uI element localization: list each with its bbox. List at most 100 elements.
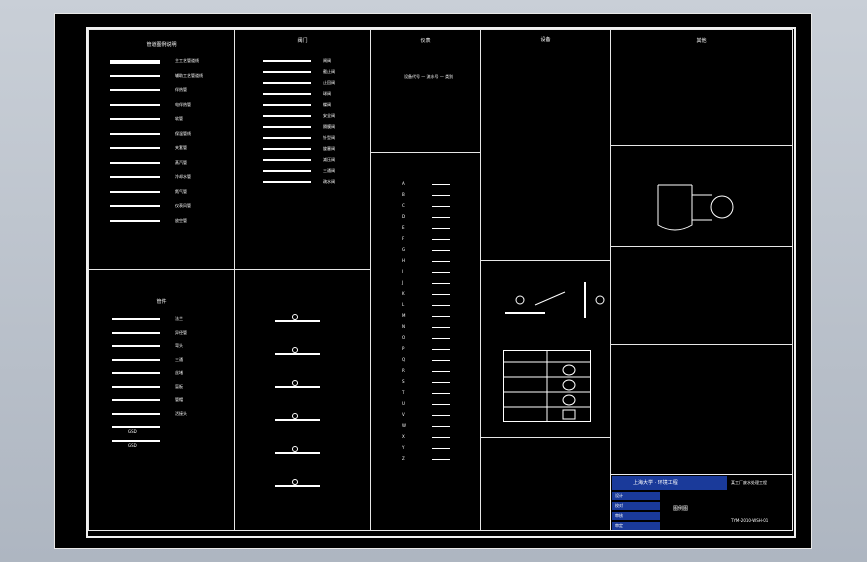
title-row-label: 校对 (615, 503, 623, 508)
code-dash (432, 459, 450, 460)
code-letter: R (402, 368, 405, 373)
valve-line (263, 159, 311, 161)
code-letter: H (402, 258, 406, 263)
pipe-label: 软管 (175, 116, 183, 121)
fitting-label: 异径管 (175, 329, 187, 335)
code-letter: Y (402, 445, 405, 450)
fitting-line (112, 399, 160, 401)
code-letter: I (402, 269, 404, 274)
valve2-line (275, 419, 320, 421)
code-letter: Q (402, 357, 406, 362)
code-letter: E (402, 225, 405, 230)
title-row-label: 审核 (615, 513, 623, 518)
legend-lines-cell (480, 437, 611, 531)
fitting-line (112, 385, 160, 388)
fitting-label: 盲板 (175, 383, 183, 389)
pipe-line (110, 205, 160, 207)
valve-line (263, 104, 311, 106)
pipe-line (110, 89, 160, 91)
code-dash (432, 371, 450, 372)
fitting-label: 活接头 (175, 410, 187, 416)
code-dash (432, 195, 450, 196)
valve2-line (275, 320, 320, 322)
valve2-line (275, 386, 320, 388)
title-row-label: 审定 (615, 523, 623, 528)
title-block: 上海大学 · 环境工程 某工厂废水处理工程 图例图 TYM-2010-WSH-0… (610, 474, 793, 531)
legend-valves2-cell (234, 269, 371, 531)
fitting-label: GSD (128, 429, 137, 434)
pipe-line (110, 118, 160, 120)
fitting-line (112, 331, 160, 334)
legend-fittings-title: 管件 (156, 299, 167, 305)
pipe-line (110, 176, 160, 178)
code-letter: P (402, 346, 405, 351)
valve-label: 减压阀 (323, 157, 335, 162)
valve2-circle-icon (292, 347, 298, 353)
pipe-line (110, 132, 160, 135)
code-letter: M (402, 313, 406, 318)
valve2-circle-icon (292, 479, 298, 485)
valve-label: 旋塞阀 (323, 146, 335, 151)
title-drawing-name: 图例图 (673, 506, 689, 512)
valve-line (263, 71, 311, 73)
valve-line (263, 82, 311, 84)
pipe-label: 冷却水管 (175, 174, 191, 179)
pipe-label: 放空管 (175, 217, 187, 223)
valve-line (263, 115, 311, 117)
pipe-line (110, 219, 160, 222)
valve-label: 针型阀 (323, 135, 335, 140)
valve-label: 三通阀 (323, 168, 335, 173)
code-dash (432, 316, 450, 317)
valve-label: 球阀 (323, 91, 331, 96)
pipe-label: 氮气管 (175, 188, 187, 194)
code-dash (432, 184, 450, 185)
code-dash (432, 349, 450, 350)
code-letter: A (402, 181, 405, 186)
fitting-line (112, 439, 160, 442)
code-dash (432, 305, 450, 306)
code-dash (432, 294, 450, 295)
code-dash (432, 360, 450, 361)
code-dash (432, 404, 450, 405)
valve2-circle-icon (292, 380, 298, 386)
code-letter: L (402, 302, 405, 307)
fitting-label: 管帽 (175, 397, 183, 402)
code-dash (432, 327, 450, 328)
pipe-label: 主工艺管道线 (175, 58, 199, 63)
code-letter: B (402, 192, 405, 197)
code-letter: U (402, 401, 405, 406)
code-dash (432, 239, 450, 240)
legend-pipes-cell: 管道图例说明 (88, 29, 235, 270)
legend-valves-title: 阀门 (297, 38, 308, 44)
valve-label: 安全阀 (323, 113, 335, 118)
valve-label: 隔膜阀 (323, 124, 335, 129)
code-line: 设备代号 — 流水号 — 类别 (404, 74, 454, 79)
valve2-line (275, 452, 320, 454)
valve-line (263, 181, 311, 183)
legend-symbols-cell (610, 246, 793, 345)
legend-pipes-title: 管道图例说明 (146, 42, 177, 48)
pipe-label: 仪表风管 (175, 203, 191, 208)
code-letter: N (402, 324, 405, 329)
code-letter: K (402, 291, 405, 296)
legend-code-title: 仪表 (420, 38, 431, 44)
legend-misc-title: 其他 (696, 38, 707, 44)
code-letter: W (402, 423, 406, 428)
code-dash (432, 382, 450, 383)
code-dash (432, 448, 450, 449)
valve-line (263, 126, 311, 128)
pipe-label: 电伴热管 (175, 101, 191, 107)
pump-symbol (657, 184, 734, 231)
fitting-label: GSD (128, 442, 137, 448)
legend-misc-cell: 其他 (610, 29, 793, 146)
code-letter: X (402, 434, 405, 439)
title-project: 某工厂废水处理工程 (731, 480, 767, 485)
code-dash (432, 415, 450, 416)
fitting-line (112, 318, 160, 320)
valve-label: 截止阀 (323, 69, 335, 74)
code-dash (432, 283, 450, 284)
pipe-line (110, 74, 160, 77)
code-dash (432, 217, 450, 218)
title-drawing-no: TYM-2010-WSH-01 (731, 518, 769, 523)
valve-label: 疏水阀 (323, 179, 335, 184)
